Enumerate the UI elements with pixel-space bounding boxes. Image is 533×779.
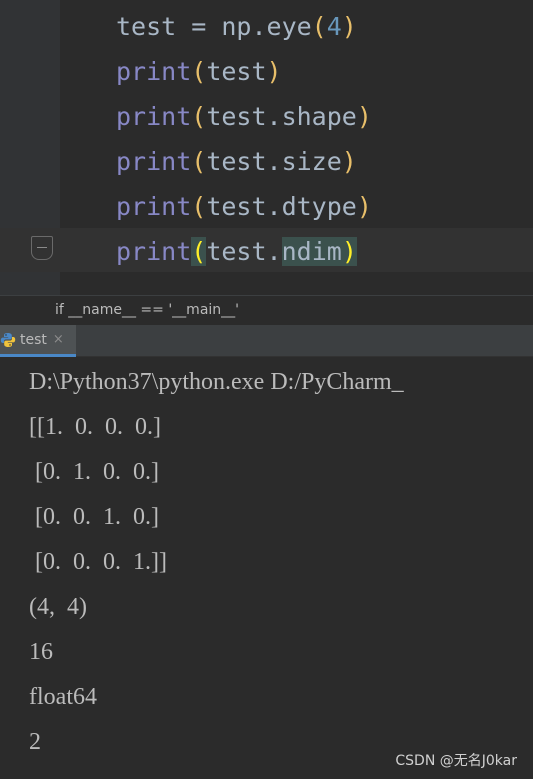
code-token: ) [356, 192, 372, 221]
code-token: ) [341, 12, 357, 41]
code-token: ) [266, 57, 282, 86]
code-token: ( [191, 192, 207, 221]
python-icon [0, 332, 16, 348]
tab-label: test [20, 331, 47, 348]
console-line: [[1. 0. 0. 0.] [29, 414, 161, 440]
code-token: ( [191, 57, 207, 86]
console-line: 2 [29, 729, 41, 755]
code-token: ( [191, 102, 207, 131]
code-token: ) [341, 237, 357, 266]
code-token: test.dtype [206, 192, 357, 221]
console-line: [0. 0. 1. 0.] [29, 504, 159, 530]
code-token: ) [356, 102, 372, 131]
close-icon[interactable]: × [53, 332, 64, 347]
code-line[interactable]: print(test.size) [116, 145, 357, 179]
code-token: ) [341, 147, 357, 176]
code-token: 4 [326, 12, 342, 41]
console-line: 16 [29, 639, 53, 665]
code-token: ( [191, 147, 207, 176]
code-token: ndim [281, 237, 342, 266]
code-token: ( [311, 12, 327, 41]
code-line[interactable]: print(test.shape) [116, 100, 372, 134]
console-output[interactable]: D:\Python37\python.exe D:/PyCharm_ [[1. 0… [0, 357, 533, 779]
console-line: (4, 4) [29, 594, 87, 620]
code-line[interactable]: test = np.eye(4) [116, 10, 357, 44]
fold-marker-icon[interactable] [31, 236, 53, 260]
console-line: D:\Python37\python.exe D:/PyCharm_ [29, 369, 404, 395]
code-editor[interactable]: test = np.eye(4) print(test) print(test.sh… [0, 0, 533, 295]
code-token: test [206, 57, 267, 86]
code-line[interactable]: print(test) [116, 55, 282, 89]
code-line[interactable]: print(test.ndim) [116, 235, 357, 269]
code-token: print [116, 192, 192, 221]
code-token: print [116, 147, 192, 176]
code-line[interactable]: print(test.dtype) [116, 190, 372, 224]
run-tool-window-tabbar: test × [0, 325, 533, 357]
code-token: print [116, 102, 192, 131]
code-token: test. [206, 237, 282, 266]
console-line: [0. 1. 0. 0.] [29, 459, 159, 485]
breadcrumb: if __name__ == '__main__' [0, 295, 533, 325]
console-line: float64 [29, 684, 97, 710]
code-token: test.shape [206, 102, 357, 131]
console-line: [0. 0. 0. 1.]] [29, 549, 167, 575]
code-token: test = np.eye [116, 12, 312, 41]
tab-run-test[interactable]: test × [0, 325, 76, 357]
code-token: test.size [206, 147, 342, 176]
code-token: ( [191, 237, 207, 266]
code-token: print [116, 57, 192, 86]
code-token: print [116, 237, 192, 266]
breadcrumb-item[interactable]: if __name__ == '__main__' [55, 302, 239, 318]
watermark: CSDN @无名J0kar [395, 753, 517, 769]
